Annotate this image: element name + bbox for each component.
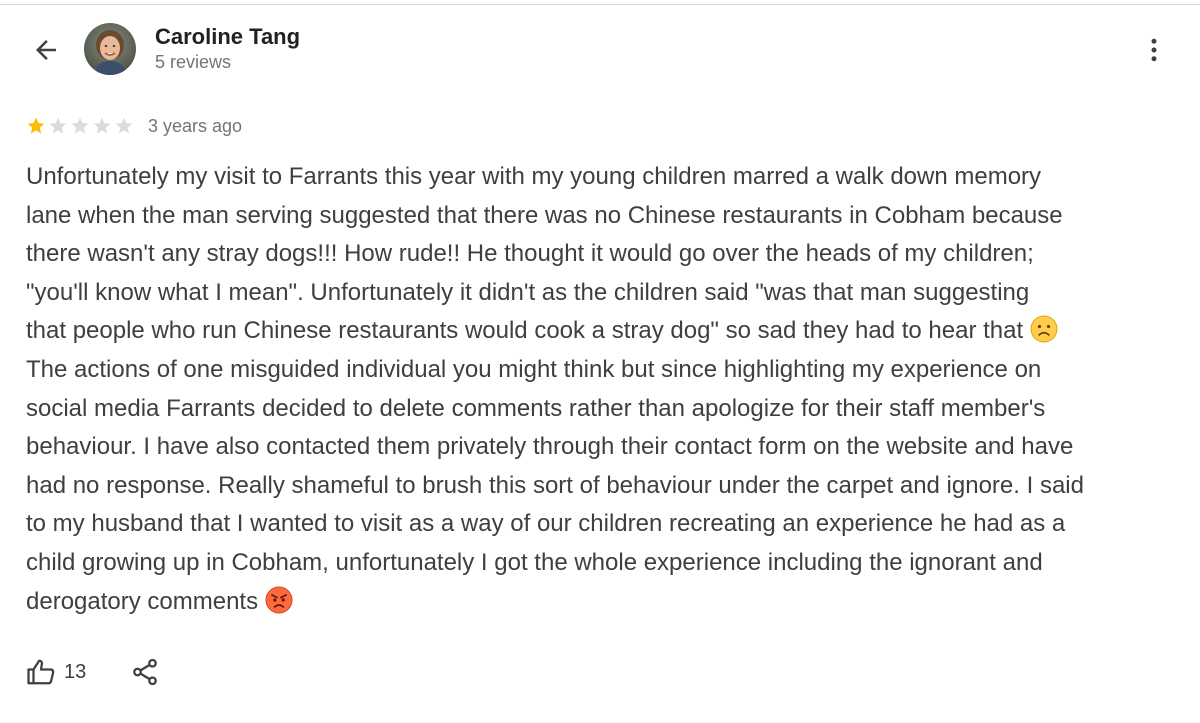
back-button[interactable]: [28, 32, 64, 68]
author-name[interactable]: Caroline Tang: [155, 24, 300, 50]
review-text-part1: Unfortunately my visit to Farrants this …: [26, 163, 1063, 345]
profile-photo-icon: [84, 23, 136, 75]
share-icon: [133, 658, 158, 686]
star-empty-icon: [93, 117, 111, 134]
review-actions: 13: [26, 652, 160, 692]
sad-face-emoji-icon: [1030, 315, 1058, 343]
star-filled-icon: [27, 117, 45, 134]
thumbs-up-icon: [27, 659, 55, 685]
like-button[interactable]: 13: [26, 657, 86, 687]
angry-face-emoji-icon: [265, 586, 293, 614]
star-empty-icon: [49, 117, 67, 134]
share-button[interactable]: [130, 657, 160, 687]
review-text: Unfortunately my visit to Farrants this …: [26, 158, 1176, 621]
review-text-part2: The actions of one misguided individual …: [26, 355, 1084, 615]
star-rating: [26, 116, 136, 136]
arrow-back-icon: [36, 40, 56, 60]
like-count: 13: [64, 660, 87, 683]
more-options-button[interactable]: [1136, 32, 1172, 68]
star-empty-icon: [71, 117, 89, 134]
star-empty-icon: [115, 117, 133, 134]
more-vert-icon: [1151, 38, 1157, 62]
review-count: 5 reviews: [155, 52, 232, 72]
avatar[interactable]: [84, 23, 136, 75]
rating-row: 3 years ago: [26, 114, 242, 138]
review-header: Caroline Tang 5 reviews: [0, 0, 1200, 100]
review-date: 3 years ago: [148, 115, 243, 136]
